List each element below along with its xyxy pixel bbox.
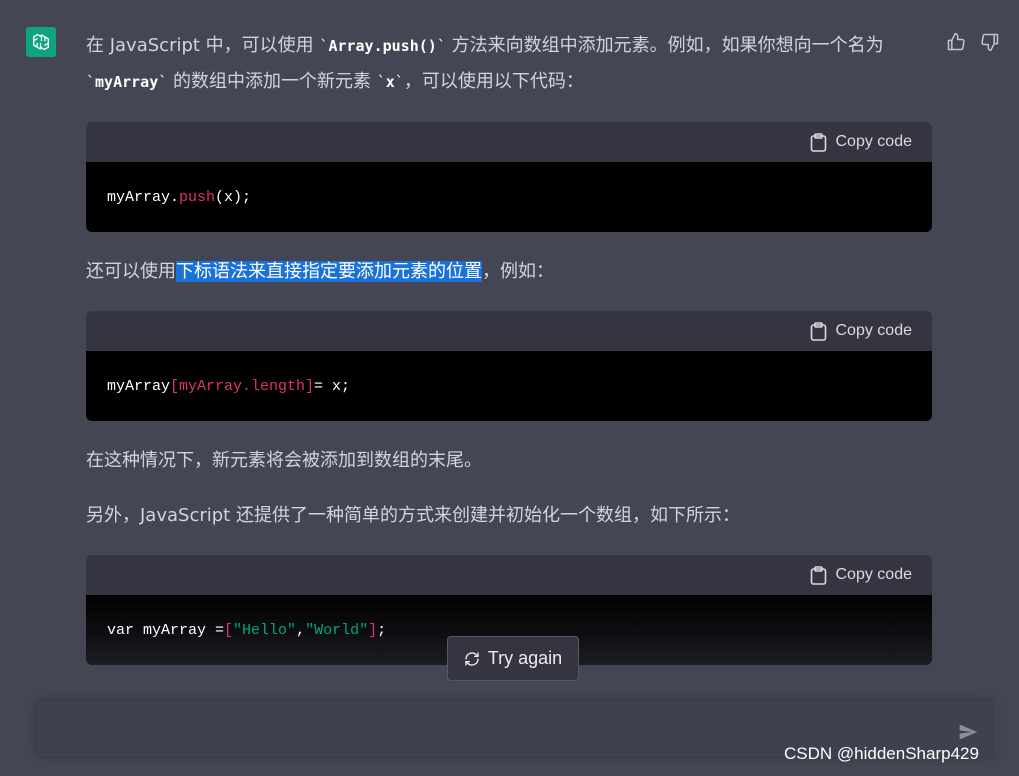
code-block-push: Copy code myArray. push (x); [86, 122, 932, 232]
paragraph-subscript: 还可以使用下标语法来直接指定要添加元素的位置，例如： [86, 254, 932, 289]
code-block-header: Copy code [86, 555, 932, 595]
assistant-avatar [26, 27, 56, 57]
clipboard-icon [810, 132, 826, 152]
copy-code-button[interactable]: Copy code [810, 321, 913, 341]
code-token-bracket: ] [368, 621, 378, 639]
paragraph-text: 在 JavaScript 中，可以使用 [86, 35, 320, 56]
inline-code-x: x [385, 73, 395, 91]
backtick: ` [394, 73, 404, 91]
thumbs-up-button[interactable] [944, 30, 968, 54]
paragraph-text: 还可以使用 [86, 261, 176, 282]
try-again-label: Try again [487, 648, 563, 668]
thumbs-down-button[interactable] [978, 30, 1002, 54]
paragraph-text: ，可以使用以下代码： [403, 71, 584, 92]
copy-code-label: Copy code [835, 322, 913, 339]
code-token: var myArray = [107, 621, 225, 639]
code-token: , [296, 621, 306, 639]
copy-code-button[interactable]: Copy code [810, 565, 913, 585]
paragraph-text: 的数组中添加一个新元素 [167, 71, 377, 92]
copy-code-label: Copy code [835, 566, 913, 583]
code-token: myArray. [107, 188, 180, 206]
code-token-string: "Hello" [233, 621, 297, 639]
code-block-body: myArray. push (x); [86, 162, 932, 232]
send-button[interactable] [958, 722, 978, 742]
code-token-string: "World" [305, 621, 369, 639]
send-icon [959, 724, 978, 740]
code-token-bracket: [ [224, 621, 234, 639]
try-again-button[interactable]: Try again [447, 636, 579, 681]
paragraph-text: 方法来向数组中添加元素。例如，如果你想向一个名为 [445, 35, 884, 56]
inline-code-array-push: Array.push() [328, 37, 437, 55]
backtick: ` [376, 73, 386, 91]
code-token-function: push [179, 188, 216, 206]
clipboard-icon [810, 321, 826, 341]
copy-code-label: Copy code [835, 133, 913, 150]
copy-code-button[interactable]: Copy code [810, 132, 913, 152]
paragraph-intro: 在 JavaScript 中，可以使用 `Array.push()` 方法来向数… [86, 28, 932, 100]
thumbs-down-icon [981, 33, 999, 52]
code-block-body: myArray [myArray.length] = x; [86, 351, 932, 421]
openai-logo-icon [33, 33, 49, 51]
refresh-icon [465, 651, 479, 666]
code-token: = x; [314, 377, 351, 395]
code-token: (x); [215, 188, 252, 206]
code-token: myArray [107, 377, 171, 395]
clipboard-icon [810, 565, 826, 585]
inline-code-myarray: myArray [95, 73, 159, 91]
thumbs-up-icon [947, 32, 965, 51]
paragraph-text: ，例如： [482, 261, 554, 282]
csdn-watermark: CSDN @hiddenSharp429 [784, 744, 979, 763]
code-block-subscript: Copy code myArray [myArray.length] = x; [86, 311, 932, 421]
selected-text-highlight[interactable]: 下标语法来直接指定要添加元素的位置 [176, 261, 482, 282]
backtick: ` [158, 73, 168, 91]
backtick: ` [436, 37, 446, 55]
code-block-header: Copy code [86, 122, 932, 162]
code-token-subscript: [myArray.length] [170, 377, 315, 395]
backtick: ` [86, 73, 96, 91]
paragraph-end-of-array: 在这种情况下，新元素将会被添加到数组的末尾。 [86, 450, 482, 471]
code-block-header: Copy code [86, 311, 932, 351]
code-token: ; [377, 621, 387, 639]
assistant-message: 在 JavaScript 中，可以使用 `Array.push()` 方法来向数… [86, 28, 932, 687]
paragraph-initialize: 另外，JavaScript 还提供了一种简单的方式来创建并初始化一个数组，如下所… [86, 505, 740, 526]
feedback-buttons [944, 30, 1002, 54]
